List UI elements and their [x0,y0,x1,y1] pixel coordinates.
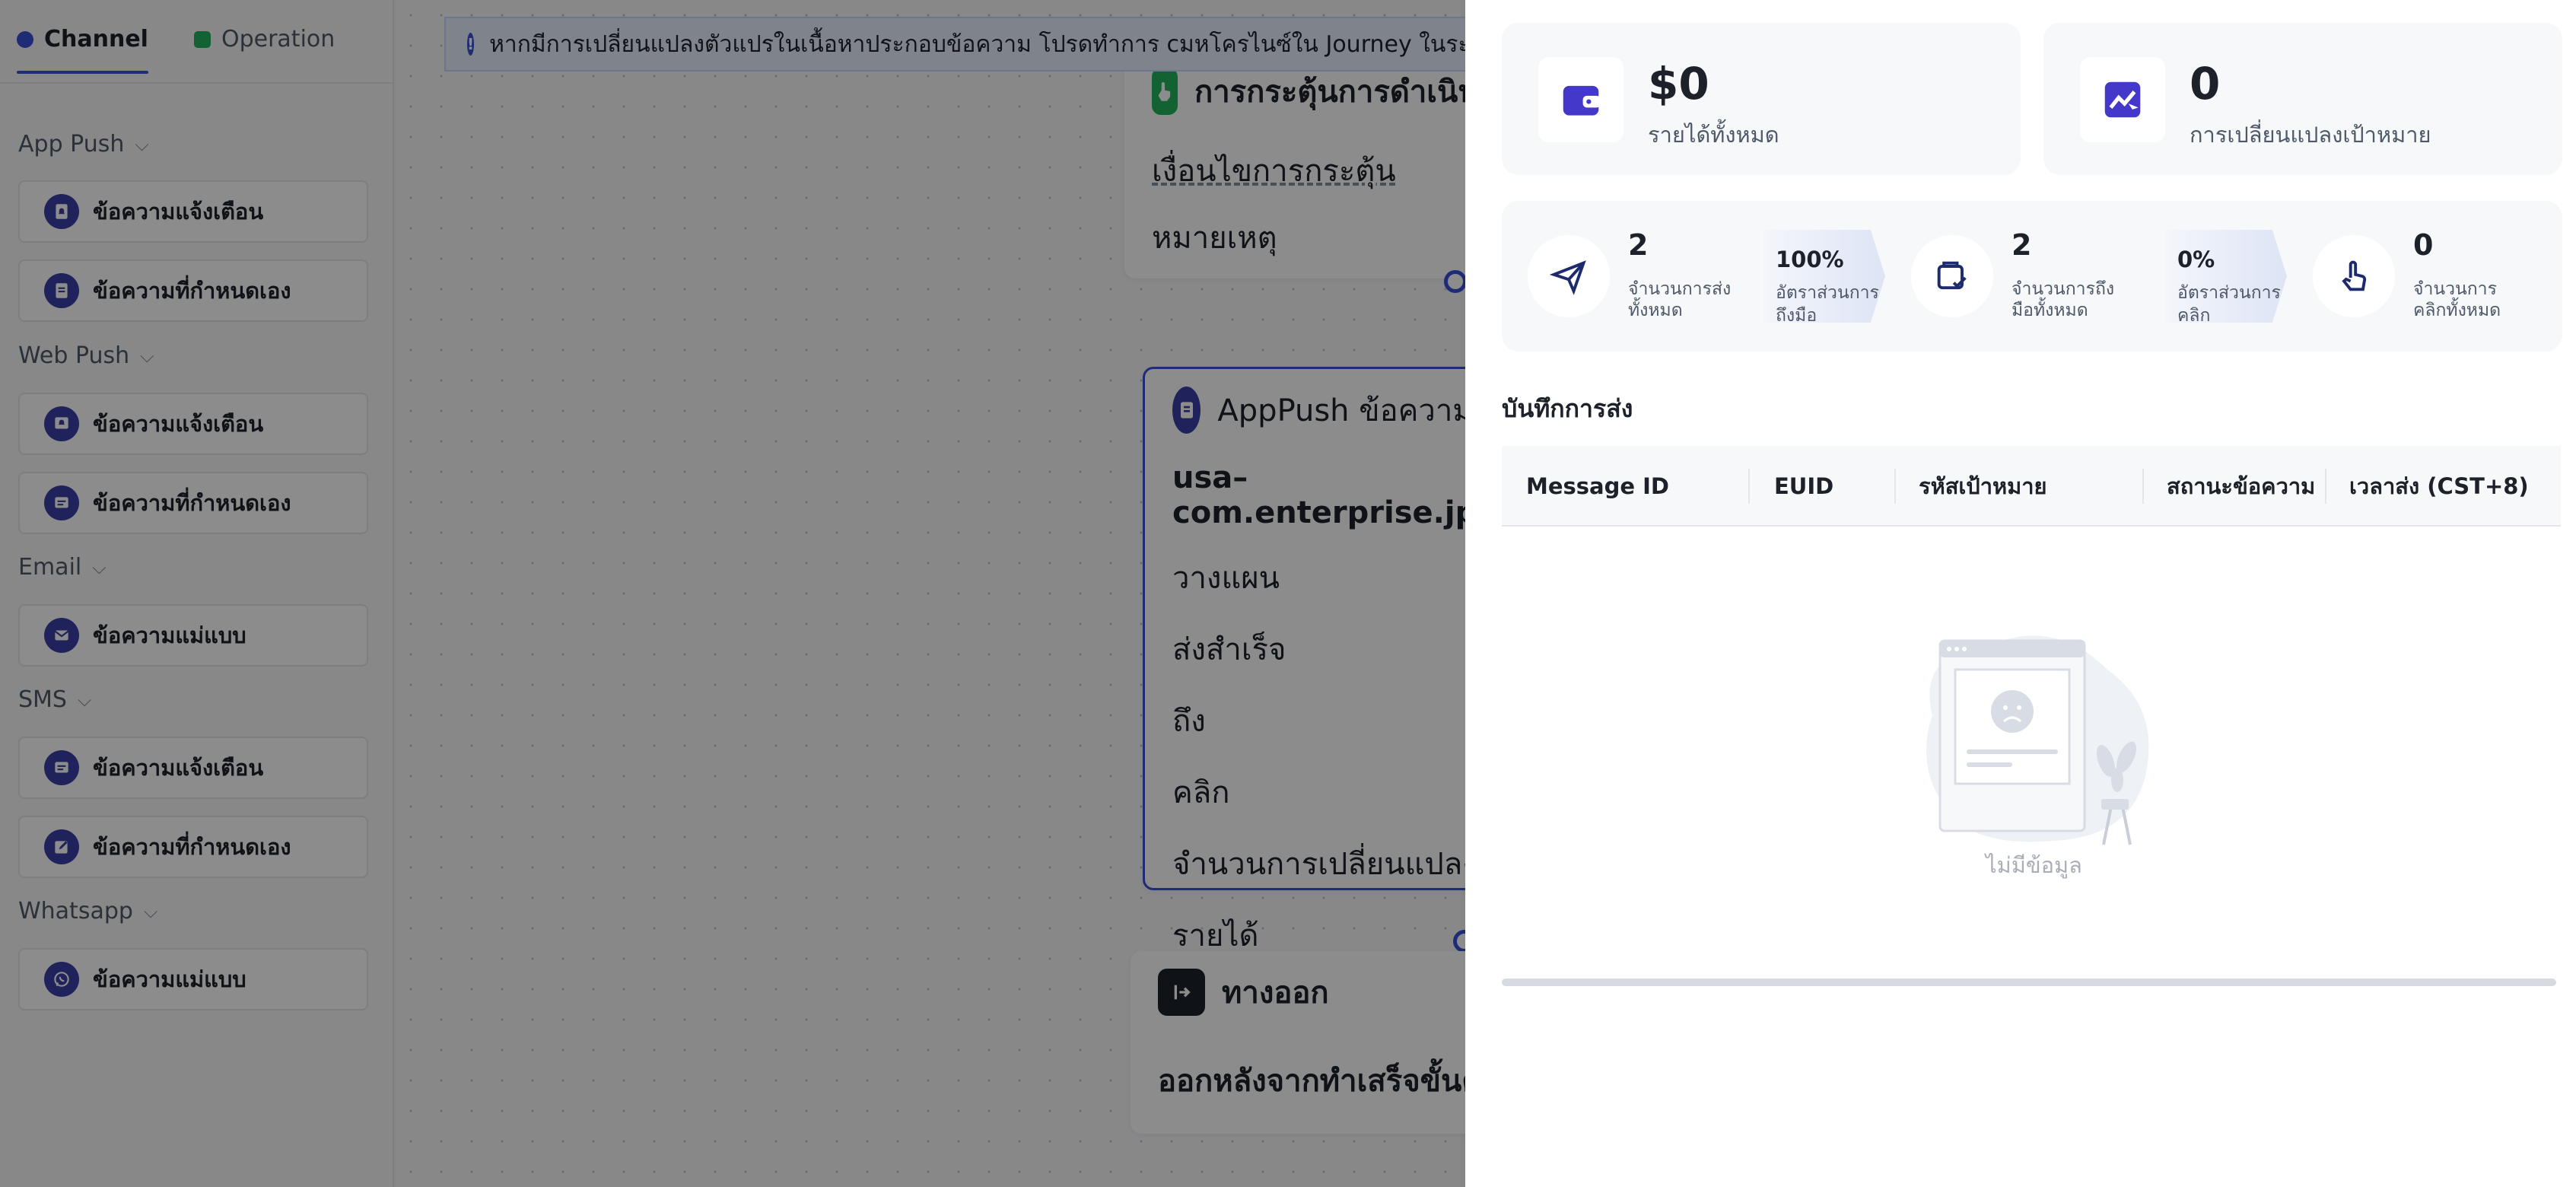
column-divider[interactable] [1894,469,1896,504]
column-divider[interactable] [2142,469,2144,504]
delivered-icon [1911,235,1993,317]
modal-backdrop[interactable] [0,0,1465,1187]
column-send-time[interactable]: เวลาส่ง (CST+8) [2349,446,2529,527]
send-log-title: บันทึกการส่ง [1502,394,1633,423]
column-euid[interactable]: EUID [1774,446,1833,527]
horizontal-scrollbar[interactable] [1502,979,2556,986]
click-rate-value: 0% [2177,247,2215,272]
conversion-label: การเปลี่ยนแปลงเป้าหมาย [2190,122,2431,148]
reach-rate-value: 100% [1776,247,1844,272]
empty-state-text: ไม่มีข้อมูล [1986,852,2082,878]
click-count-value: 0 [2413,228,2434,262]
statistics-drawer [1465,0,2576,1187]
wallet-icon [1538,57,1624,142]
tap-icon [2313,235,2395,317]
reached-count-value: 2 [2012,228,2032,262]
chart-up-icon [2080,57,2165,142]
reached-count-label: จำนวนการถึงมือทั้งหมด [2012,279,2115,320]
conversion-value: 0 [2190,58,2221,110]
empty-state-illustration [1902,624,2161,855]
column-target-id[interactable]: รหัสเป้าหมาย [1919,446,2047,527]
click-count-label: จำนวนการคลิกทั้งหมด [2413,279,2501,320]
click-rate-label: อัตราส่วนการคลิก [2177,283,2281,326]
empty-illustration-icon [1926,635,2149,845]
revenue-label: รายได้ทั้งหมด [1648,122,1779,148]
reach-rate-label: อัตราส่วนการถึงมือ [1776,283,1879,326]
column-message-status[interactable]: สถานะข้อความ [2167,446,2315,527]
column-divider[interactable] [2325,469,2326,504]
column-message-id[interactable]: Message ID [1526,446,1669,527]
revenue-value: $0 [1648,58,1709,110]
sent-count-label: จำนวนการส่งทั้งหมด [1628,279,1732,320]
send-icon [1528,235,1610,317]
column-divider[interactable] [1748,469,1750,504]
send-log-table-header: Message ID EUID รหัสเป้าหมาย สถานะข้อควา… [1502,446,2561,527]
delivery-stats-card [1502,201,2562,352]
sent-count-value: 2 [1628,228,1649,262]
